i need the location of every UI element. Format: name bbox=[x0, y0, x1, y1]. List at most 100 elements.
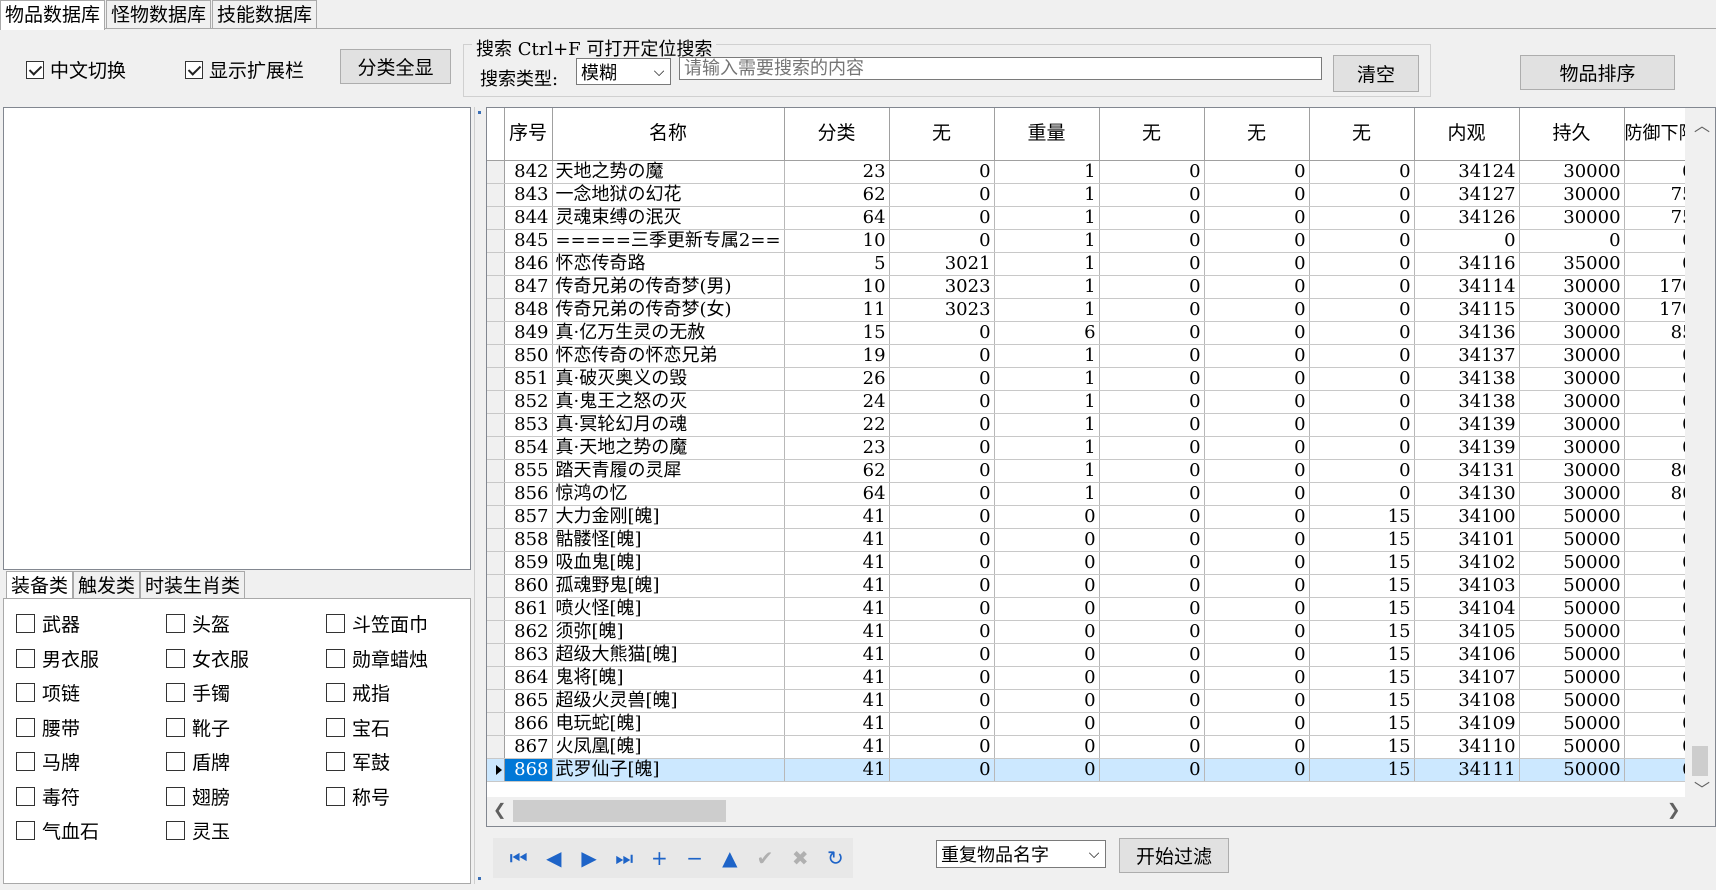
table-cell[interactable]: 0 bbox=[1099, 643, 1205, 667]
table-cell[interactable]: 852 bbox=[504, 390, 553, 414]
table-cell[interactable]: 64 bbox=[784, 482, 890, 506]
table-row[interactable]: 854真·天地之势の魔230100034139300000 bbox=[487, 436, 1698, 460]
table-cell[interactable]: 41 bbox=[784, 689, 890, 713]
table-cell[interactable]: 0 bbox=[1204, 574, 1310, 598]
table-cell[interactable]: 0 bbox=[1204, 229, 1310, 253]
table-cell[interactable]: 0 bbox=[1204, 275, 1310, 299]
table-cell[interactable]: 856 bbox=[504, 482, 553, 506]
row-indicator[interactable] bbox=[487, 482, 505, 506]
table-cell[interactable]: 真·破灭奥义の毁 bbox=[552, 367, 785, 391]
table-cell[interactable]: 0 bbox=[1309, 298, 1415, 322]
table-cell[interactable]: 64 bbox=[784, 206, 890, 230]
table-cell[interactable]: 0 bbox=[1309, 252, 1415, 276]
last-record-icon[interactable]: ⏭ bbox=[607, 840, 642, 876]
table-cell[interactable]: 11 bbox=[784, 298, 890, 322]
row-indicator[interactable] bbox=[487, 643, 505, 667]
table-cell[interactable]: 41 bbox=[784, 551, 890, 575]
table-cell[interactable]: 15 bbox=[1309, 528, 1415, 552]
table-cell[interactable]: 0 bbox=[889, 505, 995, 529]
table-cell[interactable]: 0 bbox=[994, 758, 1100, 782]
table-cell[interactable]: 853 bbox=[504, 413, 553, 437]
row-indicator[interactable] bbox=[487, 735, 505, 759]
table-cell[interactable]: 0 bbox=[1204, 597, 1310, 621]
category-checkbox[interactable]: 项链 bbox=[16, 679, 80, 706]
table-cell[interactable]: 0 bbox=[889, 712, 995, 736]
prior-record-icon[interactable]: ◀ bbox=[536, 840, 571, 876]
cancel-record-icon[interactable]: ✖ bbox=[783, 840, 818, 876]
vertical-scroll-thumb[interactable] bbox=[1692, 746, 1708, 776]
table-cell[interactable]: 22 bbox=[784, 413, 890, 437]
table-cell[interactable]: 0 bbox=[889, 413, 995, 437]
table-cell[interactable]: 30000 bbox=[1519, 160, 1625, 184]
show-all-categories-button[interactable]: 分类全显 bbox=[340, 49, 451, 84]
table-cell[interactable]: 1 bbox=[994, 229, 1100, 253]
table-row[interactable]: 844 灵魂束缚の泯灭 64 0 1 0 0 0 34126 30000 75 bbox=[487, 206, 1698, 230]
category-checkbox[interactable]: 宝石 bbox=[326, 714, 390, 741]
table-cell[interactable]: 0 bbox=[889, 735, 995, 759]
table-cell[interactable]: 41 bbox=[784, 666, 890, 690]
table-cell[interactable]: 1 bbox=[994, 344, 1100, 368]
column-header[interactable]: 无 bbox=[1204, 108, 1310, 161]
table-cell[interactable]: 1 bbox=[994, 275, 1100, 299]
table-cell[interactable]: 15 bbox=[1309, 712, 1415, 736]
column-header[interactable]: 重量 bbox=[994, 108, 1100, 161]
table-cell[interactable]: 0 bbox=[1309, 482, 1415, 506]
table-cell[interactable]: 0 bbox=[1309, 206, 1415, 230]
table-cell[interactable]: 大力金刚[魄] bbox=[552, 505, 785, 529]
table-cell[interactable]: 传奇兄弟の传奇梦(女) bbox=[552, 298, 785, 322]
category-checkbox[interactable]: 女衣服 bbox=[166, 645, 249, 672]
first-record-icon[interactable]: ⏮ bbox=[501, 840, 536, 876]
table-cell[interactable]: 30000 bbox=[1519, 367, 1625, 391]
tab-fashion-zodiac[interactable]: 时装生肖类 bbox=[140, 571, 246, 599]
table-cell[interactable]: 30000 bbox=[1519, 413, 1625, 437]
table-cell[interactable]: 0 bbox=[889, 643, 995, 667]
table-cell[interactable]: 34107 bbox=[1414, 666, 1520, 690]
table-cell[interactable]: 30000 bbox=[1519, 344, 1625, 368]
table-cell[interactable]: 超级大熊猫[魄] bbox=[552, 643, 785, 667]
table-cell[interactable]: 传奇兄弟の传奇梦(男) bbox=[552, 275, 785, 299]
grid-vertical-scrollbar[interactable]: ︿ ﹀ bbox=[1685, 108, 1715, 799]
table-cell[interactable]: 30000 bbox=[1519, 321, 1625, 345]
table-cell[interactable]: 孤魂野鬼[魄] bbox=[552, 574, 785, 598]
table-cell[interactable]: 0 bbox=[1204, 712, 1310, 736]
table-cell[interactable]: 50000 bbox=[1519, 528, 1625, 552]
table-cell[interactable]: 0 bbox=[1414, 229, 1520, 253]
table-cell[interactable]: 0 bbox=[1099, 298, 1205, 322]
table-cell[interactable]: 0 bbox=[1204, 367, 1310, 391]
table-cell[interactable]: 50000 bbox=[1519, 574, 1625, 598]
column-header[interactable]: 分类 bbox=[784, 108, 890, 161]
table-cell[interactable]: 0 bbox=[1204, 689, 1310, 713]
table-row[interactable]: 847 传奇兄弟の传奇梦(男) 10 3023 1 0 0 0 34114 30000 170 bbox=[487, 275, 1698, 299]
row-indicator[interactable] bbox=[487, 229, 505, 253]
table-row[interactable]: 868武罗仙子[魄]4100001534111500000 bbox=[487, 758, 1698, 782]
table-row[interactable]: 843 一念地狱の幻花 62 0 1 0 0 0 34127 30000 75 bbox=[487, 183, 1698, 207]
table-cell[interactable]: 861 bbox=[504, 597, 553, 621]
row-indicator[interactable] bbox=[487, 597, 505, 621]
table-cell[interactable]: 1 bbox=[994, 367, 1100, 391]
table-cell[interactable]: 喷火怪[魄] bbox=[552, 597, 785, 621]
item-sort-button[interactable]: 物品排序 bbox=[1520, 55, 1675, 90]
table-cell[interactable]: 0 bbox=[1099, 712, 1205, 736]
table-row[interactable]: 862须弥[魄]4100001534105500000 bbox=[487, 620, 1698, 644]
table-cell[interactable]: 0 bbox=[1204, 666, 1310, 690]
category-checkbox[interactable]: 武器 bbox=[16, 610, 80, 637]
table-cell[interactable]: 0 bbox=[889, 758, 995, 782]
category-checkbox[interactable]: 称号 bbox=[326, 783, 390, 810]
table-cell[interactable]: 0 bbox=[1099, 436, 1205, 460]
table-cell[interactable]: 0 bbox=[1309, 183, 1415, 207]
table-cell[interactable]: 34139 bbox=[1414, 413, 1520, 437]
table-cell[interactable]: 15 bbox=[1309, 597, 1415, 621]
table-cell[interactable]: 865 bbox=[504, 689, 553, 713]
table-cell[interactable]: 857 bbox=[504, 505, 553, 529]
table-row[interactable]: 845=====三季更新专属2==1001000000 bbox=[487, 229, 1698, 253]
table-cell[interactable]: 41 bbox=[784, 758, 890, 782]
table-cell[interactable]: 0 bbox=[1309, 160, 1415, 184]
horizontal-scroll-thumb[interactable] bbox=[513, 800, 726, 822]
table-cell[interactable]: 吸血鬼[魄] bbox=[552, 551, 785, 575]
table-cell[interactable]: 0 bbox=[889, 551, 995, 575]
table-cell[interactable]: 天地之势の魔 bbox=[552, 160, 785, 184]
table-cell[interactable]: 41 bbox=[784, 712, 890, 736]
category-checkbox[interactable]: 靴子 bbox=[166, 714, 230, 741]
table-cell[interactable]: 0 bbox=[1099, 344, 1205, 368]
table-cell[interactable]: 0 bbox=[1099, 689, 1205, 713]
